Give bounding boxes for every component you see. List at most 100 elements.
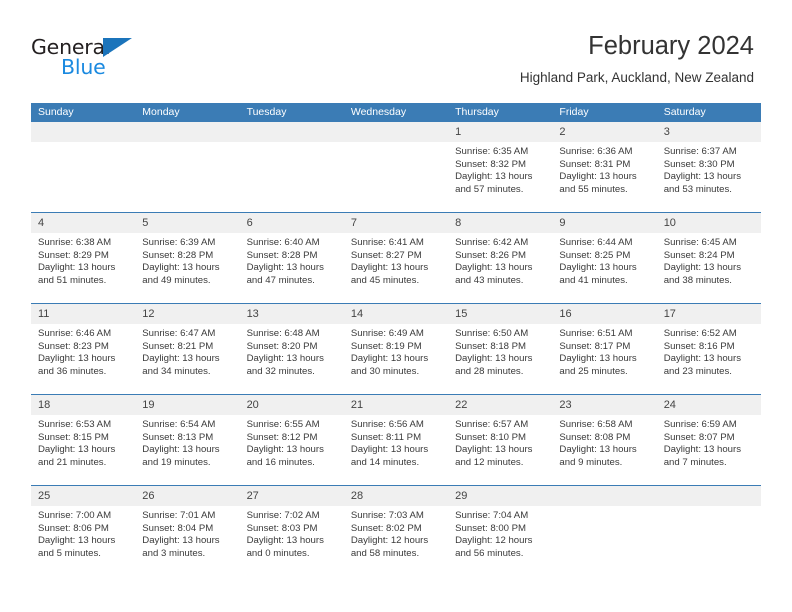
day-number[interactable]: 4 — [31, 213, 135, 233]
day-detail-cell[interactable]: Sunrise: 7:01 AM Sunset: 8:04 PM Daylight:… — [135, 506, 239, 576]
page-title: February 2024 — [588, 32, 754, 60]
day-number[interactable]: 20 — [240, 395, 344, 415]
day-number — [657, 486, 761, 506]
day-detail-line: and 58 minutes. — [350, 547, 420, 559]
day-number[interactable]: 23 — [552, 395, 656, 415]
day-detail-line: Sunset: 8:26 PM — [455, 249, 527, 261]
day-detail-line: Daylight: 13 hours — [663, 353, 742, 365]
day-number[interactable]: 19 — [135, 395, 239, 415]
day-detail-line: and 36 minutes. — [38, 365, 107, 377]
calendar-week-row: 18 19 20 21 22 23 24 Sunrise: 6:53 AM Sunset: 8:… — [31, 394, 761, 485]
day-detail-cell[interactable]: Sunrise: 6:44 AM Sunset: 8:25 PM Daylight:… — [552, 233, 656, 303]
day-detail-cell[interactable]: Sunrise: 6:48 AM Sunset: 8:20 PM Daylight:… — [240, 324, 344, 394]
day-detail-cell[interactable]: Sunrise: 7:04 AM Sunset: 8:00 PM Daylight:… — [448, 506, 552, 576]
day-detail-cell[interactable]: Sunrise: 6:38 AM Sunset: 8:29 PM Daylight:… — [31, 233, 135, 303]
day-number[interactable]: 18 — [31, 395, 135, 415]
day-detail-line: Daylight: 13 hours — [142, 353, 220, 365]
day-number[interactable]: 28 — [344, 486, 448, 506]
day-number[interactable]: 26 — [135, 486, 239, 506]
day-detail-cell[interactable]: Sunrise: 6:35 AM Sunset: 8:32 PM Daylight:… — [448, 142, 552, 212]
day-detail-cell[interactable]: Sunrise: 6:55 AM Sunset: 8:12 PM Daylight:… — [240, 415, 344, 485]
day-number[interactable]: 6 — [240, 213, 344, 233]
day-detail-line: Daylight: 13 hours — [455, 262, 533, 274]
day-number[interactable]: 13 — [240, 304, 344, 324]
day-detail-line: Daylight: 13 hours — [350, 262, 429, 274]
day-detail-line: Sunset: 8:03 PM — [246, 522, 318, 534]
day-number[interactable]: 22 — [448, 395, 552, 415]
day-detail-cell[interactable]: Sunrise: 6:46 AM Sunset: 8:23 PM Daylight:… — [31, 324, 135, 394]
day-number[interactable]: 16 — [552, 304, 656, 324]
day-detail-cell[interactable]: Sunrise: 6:57 AM Sunset: 8:10 PM Daylight:… — [448, 415, 552, 485]
day-detail-cell[interactable]: Sunrise: 6:50 AM Sunset: 8:18 PM Daylight:… — [448, 324, 552, 394]
day-detail-cell[interactable]: Sunrise: 6:39 AM Sunset: 8:28 PM Daylight:… — [135, 233, 239, 303]
day-number[interactable]: 29 — [448, 486, 552, 506]
day-detail-cell[interactable]: Sunrise: 6:41 AM Sunset: 8:27 PM Daylight:… — [344, 233, 448, 303]
day-detail-line: Sunset: 8:11 PM — [350, 431, 422, 443]
day-detail-cell[interactable]: Sunrise: 6:58 AM Sunset: 8:08 PM Daylight:… — [552, 415, 656, 485]
day-detail-line: Sunset: 8:21 PM — [142, 340, 214, 352]
day-number[interactable]: 10 — [657, 213, 761, 233]
day-detail-cell[interactable]: Sunrise: 6:45 AM Sunset: 8:24 PM Daylight:… — [657, 233, 761, 303]
day-number[interactable]: 1 — [448, 122, 552, 142]
day-detail-line: and 25 minutes. — [559, 365, 628, 377]
day-detail-line: Sunrise: 7:04 AM — [455, 510, 529, 521]
day-number-row: 25 26 27 28 29 — [31, 486, 761, 506]
day-detail-line: Sunset: 8:18 PM — [455, 340, 527, 352]
day-detail-line: Daylight: 13 hours — [38, 444, 116, 456]
day-number[interactable]: 27 — [240, 486, 344, 506]
day-detail-line: Sunrise: 6:50 AM — [455, 328, 529, 339]
day-number[interactable]: 7 — [344, 213, 448, 233]
day-number[interactable]: 24 — [657, 395, 761, 415]
day-detail-line: Sunrise: 6:47 AM — [142, 328, 216, 339]
day-detail-line: and 19 minutes. — [142, 456, 211, 468]
day-detail-line: and 41 minutes. — [559, 274, 628, 286]
day-detail-cell[interactable]: Sunrise: 6:54 AM Sunset: 8:13 PM Daylight:… — [135, 415, 239, 485]
day-number[interactable]: 21 — [344, 395, 448, 415]
day-detail-line: and 0 minutes. — [246, 547, 310, 559]
day-of-week-header: Saturday — [663, 106, 706, 118]
day-detail-cell[interactable]: Sunrise: 6:49 AM Sunset: 8:19 PM Daylight:… — [344, 324, 448, 394]
day-detail-cell[interactable]: Sunrise: 7:03 AM Sunset: 8:02 PM Daylight:… — [344, 506, 448, 576]
day-detail-line: Sunrise: 6:36 AM — [559, 146, 633, 157]
day-detail-cell — [552, 506, 656, 576]
day-detail-line: Sunrise: 6:56 AM — [350, 419, 424, 430]
day-detail-line: Sunset: 8:02 PM — [350, 522, 422, 534]
day-detail-cell[interactable]: Sunrise: 7:00 AM Sunset: 8:06 PM Daylight:… — [31, 506, 135, 576]
day-number[interactable]: 14 — [344, 304, 448, 324]
day-detail-line: and 47 minutes. — [246, 274, 315, 286]
day-detail-cell[interactable]: Sunrise: 6:59 AM Sunset: 8:07 PM Daylight:… — [657, 415, 761, 485]
day-detail-cell[interactable]: Sunrise: 7:02 AM Sunset: 8:03 PM Daylight:… — [240, 506, 344, 576]
day-detail-cell — [344, 142, 448, 212]
day-detail-cell[interactable]: Sunrise: 6:56 AM Sunset: 8:11 PM Daylight:… — [344, 415, 448, 485]
day-detail-cell — [31, 142, 135, 212]
day-detail-cell[interactable]: Sunrise: 6:47 AM Sunset: 8:21 PM Daylight:… — [135, 324, 239, 394]
day-detail-line: Daylight: 13 hours — [663, 444, 742, 456]
day-detail-cell[interactable]: Sunrise: 6:40 AM Sunset: 8:28 PM Daylight:… — [240, 233, 344, 303]
day-number[interactable]: 11 — [31, 304, 135, 324]
day-detail-line: and 32 minutes. — [246, 365, 315, 377]
title-block: February 2024 Highland Park, Auckland, N… — [520, 30, 754, 86]
day-detail-cell[interactable]: Sunrise: 6:53 AM Sunset: 8:15 PM Daylight:… — [31, 415, 135, 485]
day-number[interactable]: 25 — [31, 486, 135, 506]
generalblue-logo: General Blue — [31, 36, 161, 80]
day-detail-row: Sunrise: 6:38 AM Sunset: 8:29 PM Daylight:… — [31, 233, 761, 303]
day-detail-cell[interactable]: Sunrise: 6:52 AM Sunset: 8:16 PM Daylight:… — [657, 324, 761, 394]
day-detail-line: Sunset: 8:29 PM — [38, 249, 109, 261]
day-detail-line: and 3 minutes. — [142, 547, 206, 559]
day-number[interactable]: 3 — [657, 122, 761, 142]
day-detail-cell[interactable]: Sunrise: 6:42 AM Sunset: 8:26 PM Daylight:… — [448, 233, 552, 303]
day-detail-line: Sunset: 8:20 PM — [246, 340, 318, 352]
day-number[interactable]: 17 — [657, 304, 761, 324]
day-number[interactable]: 5 — [135, 213, 239, 233]
day-detail-line: Daylight: 13 hours — [350, 444, 429, 456]
page-header: General Blue February 2024 Highland Park… — [0, 0, 792, 100]
day-detail-cell[interactable]: Sunrise: 6:37 AM Sunset: 8:30 PM Daylight:… — [657, 142, 761, 212]
day-detail-cell[interactable]: Sunrise: 6:51 AM Sunset: 8:17 PM Daylight:… — [552, 324, 656, 394]
day-number[interactable]: 15 — [448, 304, 552, 324]
day-number[interactable]: 9 — [552, 213, 656, 233]
day-number[interactable]: 2 — [552, 122, 656, 142]
day-detail-cell[interactable]: Sunrise: 6:36 AM Sunset: 8:31 PM Daylight:… — [552, 142, 656, 212]
day-number[interactable]: 12 — [135, 304, 239, 324]
day-number[interactable]: 8 — [448, 213, 552, 233]
day-detail-line: Sunrise: 6:52 AM — [663, 328, 737, 339]
